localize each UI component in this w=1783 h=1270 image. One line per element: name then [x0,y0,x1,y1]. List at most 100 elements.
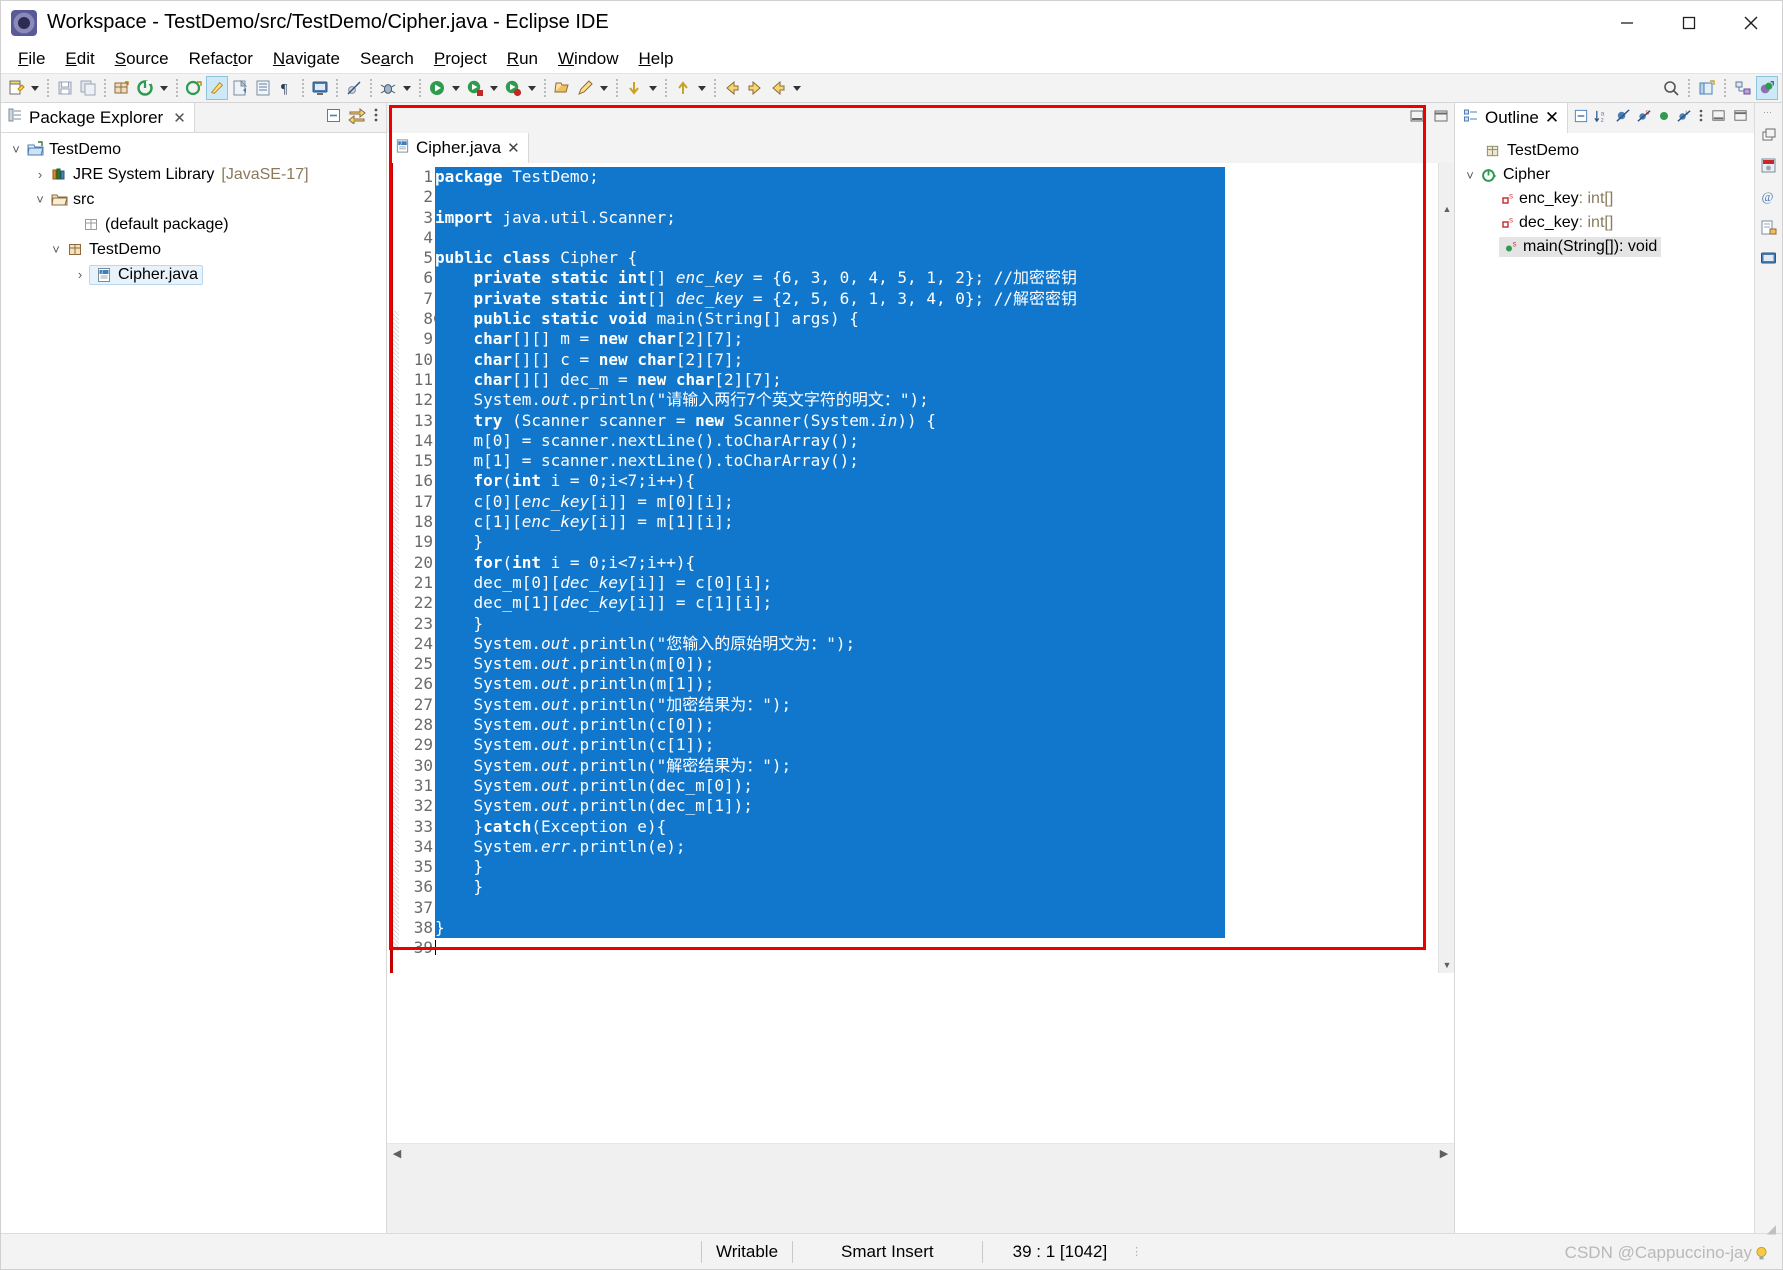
java-browsing-icon[interactable] [1760,157,1777,179]
run-dropdown-icon[interactable] [449,76,463,100]
status-overflow-icon[interactable]: ⋮ [1131,1245,1143,1258]
tree-item-jre-system-library[interactable]: › JRE System Library [JavaSE-17] [1,162,386,187]
open-console-icon[interactable] [309,76,331,100]
new-wizard-icon[interactable] [5,76,27,100]
code-line[interactable]: private static int[] enc_key = {6, 3, 0,… [435,268,1438,289]
run-icon[interactable] [426,76,448,100]
code-line[interactable]: System.out.println("您输入的原始明文为："); [435,633,1438,655]
new-wizard-dropdown-icon[interactable] [28,76,42,100]
code-line[interactable]: System.out.println(m[0]); [435,654,1438,675]
at-icon[interactable]: @ [1760,188,1777,210]
restore-icon[interactable] [1761,127,1777,148]
close-icon[interactable]: ✕ [507,139,520,157]
minimize-icon[interactable] [1596,1,1658,45]
outline-item-testdemo[interactable]: TestDemo [1455,139,1754,163]
code-line[interactable]: char[][] m = new char[2][7]; [435,329,1438,350]
last-edit-dropdown-icon[interactable] [790,76,804,100]
tree-item-testdemo-package[interactable]: ˅ TestDemo [1,237,386,262]
console-icon[interactable] [1760,250,1777,272]
chevron-down-icon[interactable]: ˅ [47,242,65,257]
chevron-down-icon[interactable]: ˅ [31,192,49,207]
tree-item-testdemo-project[interactable]: ˅ TestDemo [1,137,386,162]
tree-item-cipher-java[interactable]: › J Cipher.java [1,262,386,287]
new-java-package-icon[interactable] [111,76,133,100]
menu-run[interactable]: Run [498,48,547,70]
tree-item-src[interactable]: ˅ src [1,187,386,212]
open-task-icon[interactable] [229,76,251,100]
code-line[interactable]: } [435,532,1438,553]
outline-item-cipher[interactable]: ˅ Cipher [1455,163,1754,187]
collapse-all-icon[interactable] [1573,108,1589,129]
tab-outline[interactable]: Outline ✕ [1455,103,1569,133]
code-line[interactable]: System.out.println(c[0]); [435,715,1438,736]
code-line[interactable]: } [435,613,1438,634]
java-ee-perspective-icon[interactable] [1732,76,1754,100]
collapse-all-icon[interactable] [325,107,342,129]
close-icon[interactable]: ✕ [1545,108,1559,128]
debug-icon[interactable] [377,76,399,100]
next-annotation-icon[interactable] [623,76,645,100]
menu-project[interactable]: Project [425,48,496,70]
scroll-down-icon[interactable]: ▼ [1439,957,1454,973]
minimize-icon[interactable] [1710,107,1727,129]
tab-package-explorer[interactable]: Package Explorer ✕ [1,103,195,132]
skip-breakpoints-icon[interactable] [343,76,365,100]
code-line[interactable]: m[1] = scanner.nextLine().toCharArray(); [435,451,1438,472]
external-tools-icon[interactable] [134,76,156,100]
link-with-editor-icon[interactable] [348,107,366,129]
code-line[interactable]: } [435,877,1438,898]
scroll-left-icon[interactable]: ◀ [389,1147,405,1160]
rail-drag-handle[interactable]: ⋯ [1763,107,1774,118]
code-line[interactable]: for(int i = 0;i<7;i++){ [435,552,1438,573]
run-config-dropdown-icon[interactable] [525,76,539,100]
last-edit-location-icon[interactable] [767,76,789,100]
view-menu-icon[interactable] [372,106,380,129]
sort-icon[interactable]: az [1594,108,1610,129]
previous-annotation-icon[interactable] [672,76,694,100]
debug-dropdown-icon[interactable] [400,76,414,100]
open-type-icon[interactable] [551,76,573,100]
tab-cipher-java[interactable]: J Cipher.java ✕ [387,133,529,163]
code-line[interactable]: m[0] = scanner.nextLine().toCharArray(); [435,430,1438,452]
forward-icon[interactable] [744,76,766,100]
open-perspective-icon[interactable] [1696,76,1718,100]
external-tools-dropdown-icon[interactable] [157,76,171,100]
run-coverage-dropdown-icon[interactable] [487,76,501,100]
save-all-icon[interactable] [77,76,99,100]
close-icon[interactable] [1720,1,1782,45]
code-line[interactable]: } [435,917,1438,939]
resize-grip-icon[interactable]: ◢ [1767,1222,1776,1236]
maximize-icon[interactable] [1732,107,1749,129]
show-whitespace-icon[interactable]: ¶ [275,76,297,100]
code-line[interactable]: System.out.println("解密结果为："); [435,755,1438,776]
previous-annotation-dropdown-icon[interactable] [695,76,709,100]
menu-source[interactable]: Source [106,48,178,70]
run-configuration-icon[interactable] [502,76,524,100]
menu-file[interactable]: FFileile [9,48,54,70]
outline-item-dec-key[interactable]: S dec_key : int[] [1455,211,1754,235]
menu-window[interactable]: Window [549,48,627,70]
scroll-up-icon[interactable]: ▲ [1439,201,1454,217]
java-perspective-icon[interactable] [1756,76,1778,100]
maximize-icon[interactable] [1432,107,1450,130]
code-line[interactable]: for(int i = 0;i<7;i++){ [435,471,1438,492]
package-explorer-tree[interactable]: ˅ TestDemo › JRE System Library [JavaSE-… [1,133,386,1233]
code-line[interactable]: try (Scanner scanner = new Scanner(Syste… [435,410,1438,431]
chevron-right-icon[interactable]: › [31,167,49,182]
code-line[interactable]: c[1][enc_key[i]] = m[1][i]; [435,512,1438,533]
code-line[interactable]: System.out.println(m[1]); [435,674,1438,695]
minimize-icon[interactable] [1408,107,1426,130]
code-line[interactable]: } [435,857,1438,878]
code-line[interactable] [435,897,1438,918]
code-line[interactable]: public class Cipher { [435,248,1438,269]
chevron-right-icon[interactable]: › [71,267,89,282]
run-coverage-icon[interactable] [464,76,486,100]
code-line[interactable]: private static int[] dec_key = {2, 5, 6,… [435,288,1438,310]
tree-item-default-package[interactable]: (default package) [1,212,386,237]
editor-horizontal-scrollbar[interactable]: ◀ ▶ [387,1143,1454,1163]
hide-static-icon[interactable]: S [1636,108,1652,129]
outline-tree[interactable]: TestDemo ˅ Cipher S enc_key : int[] S de… [1455,133,1754,259]
code-line[interactable]: dec_m[1][dec_key[i]] = c[1][i]; [435,593,1438,614]
outline-item-enc-key[interactable]: S enc_key : int[] [1455,187,1754,211]
hide-fields-icon[interactable] [1615,108,1631,129]
